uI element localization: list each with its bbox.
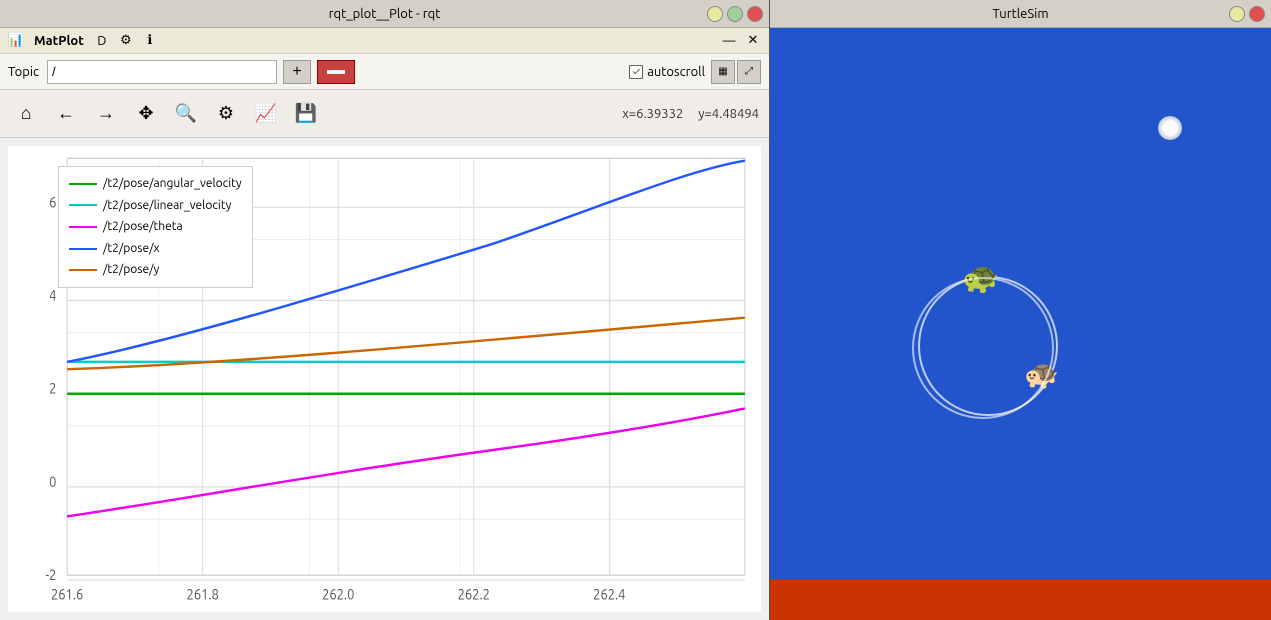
minimize-button[interactable] [707, 6, 723, 22]
rqt-plot-window: rqt_plot__Plot - rqt 📊 MatPlot D ⚙ ℹ — ✕… [0, 0, 770, 620]
menu-bar: 📊 MatPlot D ⚙ ℹ — ✕ [0, 28, 769, 54]
turtlesim-title: TurtleSim [992, 7, 1048, 21]
light-orb [1158, 116, 1182, 140]
legend-line-theta [69, 226, 97, 228]
remove-topic-button[interactable] [317, 60, 355, 84]
lines-tool-button[interactable]: 📈 [250, 98, 282, 130]
app-icon: 📊 [6, 31, 26, 51]
window-title: rqt_plot__Plot - rqt [329, 7, 441, 21]
close-button[interactable] [747, 6, 763, 22]
turtlesim-controls [1229, 6, 1265, 22]
turtle-circle-path [918, 276, 1058, 416]
turtlesim-minimize-button[interactable] [1229, 6, 1245, 22]
topic-input[interactable] [47, 60, 277, 84]
autoscroll-checkbox[interactable]: ✓ [629, 65, 643, 79]
legend-item-angular-velocity: /t2/pose/angular_velocity [69, 173, 242, 195]
layout-buttons: ▦ ⤢ [711, 60, 761, 84]
legend-label-linear-velocity: /t2/pose/linear_velocity [103, 195, 231, 217]
plot-legend: /t2/pose/angular_velocity /t2/pose/linea… [58, 166, 253, 288]
menu-gear-icon[interactable]: ⚙ [116, 31, 136, 51]
remove-icon [327, 70, 345, 74]
legend-label-y: /t2/pose/y [103, 259, 159, 281]
toolbar: ⌂ ← → ✥ 🔍 ⚙ 📈 💾 x=6.39332 y=4.48494 [0, 90, 769, 138]
legend-label-x: /t2/pose/x [103, 238, 160, 260]
legend-item-x: /t2/pose/x [69, 238, 242, 260]
svg-text:262.0: 262.0 [322, 586, 354, 603]
back-tool-button[interactable]: ← [50, 98, 82, 130]
menu-info-icon[interactable]: ℹ [140, 31, 160, 51]
legend-line-y [69, 269, 97, 271]
y-coord: y=4.48494 [698, 107, 759, 121]
turtle-1: 🐢 [962, 260, 999, 296]
svg-text:-2: -2 [45, 566, 56, 583]
bottom-strip [770, 580, 1271, 620]
svg-text:261.6: 261.6 [51, 586, 83, 603]
title-bar: rqt_plot__Plot - rqt [0, 0, 769, 28]
zoom-tool-button[interactable]: 🔍 [170, 98, 202, 130]
autoscroll-label: autoscroll [647, 65, 705, 79]
plot-area: /t2/pose/angular_velocity /t2/pose/linea… [8, 146, 761, 612]
legend-line-angular-velocity [69, 183, 97, 185]
menu-close-icon[interactable]: ✕ [743, 31, 763, 51]
topic-label: Topic [8, 65, 39, 79]
x-coord: x=6.39332 [622, 107, 683, 121]
svg-text:2: 2 [49, 380, 56, 397]
legend-item-y: /t2/pose/y [69, 259, 242, 281]
app-logo: MatPlot [30, 34, 88, 48]
layout-grid-button[interactable]: ▦ [711, 60, 735, 84]
title-bar-controls [707, 6, 763, 22]
menu-dash-icon[interactable]: — [719, 31, 739, 51]
svg-text:261.8: 261.8 [187, 586, 219, 603]
autoscroll-area: ✓ autoscroll ▦ ⤢ [629, 60, 761, 84]
legend-line-linear-velocity [69, 204, 97, 206]
maximize-button[interactable] [727, 6, 743, 22]
legend-line-x [69, 248, 97, 250]
forward-tool-button[interactable]: → [90, 98, 122, 130]
svg-text:262.2: 262.2 [458, 586, 490, 603]
home-tool-button[interactable]: ⌂ [10, 98, 42, 130]
svg-text:262.4: 262.4 [593, 586, 625, 603]
autoscroll-checkbox-row[interactable]: ✓ autoscroll [629, 65, 705, 79]
coords-display: x=6.39332 y=4.48494 [622, 107, 759, 121]
svg-text:6: 6 [49, 193, 56, 210]
config-tool-button[interactable]: ⚙ [210, 98, 242, 130]
svg-text:0: 0 [49, 473, 56, 490]
legend-label-angular-velocity: /t2/pose/angular_velocity [103, 173, 242, 195]
layout-expand-button[interactable]: ⤢ [737, 60, 761, 84]
turtlesim-window: TurtleSim 🐢 🐢 [770, 0, 1271, 620]
turtle-canvas: 🐢 🐢 [770, 28, 1271, 580]
save-tool-button[interactable]: 💾 [290, 98, 322, 130]
menu-d-icon[interactable]: D [92, 31, 112, 51]
topic-bar: Topic + ✓ autoscroll ▦ ⤢ [0, 54, 769, 90]
legend-item-linear-velocity: /t2/pose/linear_velocity [69, 195, 242, 217]
turtlesim-title-bar: TurtleSim [770, 0, 1271, 28]
svg-text:4: 4 [49, 287, 56, 304]
pan-tool-button[interactable]: ✥ [130, 98, 162, 130]
legend-item-theta: /t2/pose/theta [69, 216, 242, 238]
turtle-2: 🐢 [1024, 358, 1059, 391]
legend-label-theta: /t2/pose/theta [103, 216, 183, 238]
add-topic-button[interactable]: + [283, 60, 311, 84]
turtlesim-close-button[interactable] [1249, 6, 1265, 22]
